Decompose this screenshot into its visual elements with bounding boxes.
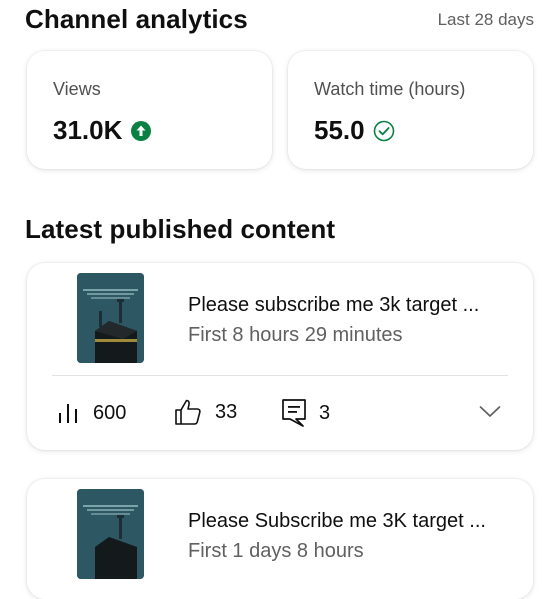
- bar-chart-icon: [57, 401, 81, 425]
- thumbs-up-icon: [173, 397, 203, 427]
- arrow-up-circle-icon: [130, 120, 152, 142]
- content-item-1[interactable]: Please subscribe me 3k target ... First …: [27, 263, 533, 450]
- watch-time-value: 55.0: [314, 115, 365, 145]
- views-value-row: 31.0K: [53, 115, 152, 146]
- views-label: Views: [53, 79, 101, 99]
- views-card[interactable]: Views 31.0K: [27, 51, 272, 169]
- watch-time-card[interactable]: Watch time (hours) 55.0: [288, 51, 533, 169]
- comments-count: 3: [319, 401, 331, 424]
- content-item-2[interactable]: Please Subscribe me 3K target ... First …: [27, 479, 533, 599]
- likes-stat[interactable]: 33: [173, 397, 237, 427]
- video-subtitle: First 8 hours 29 minutes: [188, 324, 403, 346]
- video-title[interactable]: Please subscribe me 3k target ...: [188, 294, 479, 317]
- latest-content-title: Latest published content: [25, 214, 336, 244]
- period-label[interactable]: Last 28 days: [438, 10, 534, 30]
- comment-icon: [281, 398, 307, 428]
- chevron-down-icon[interactable]: [479, 405, 501, 424]
- watch-time-label: Watch time (hours): [314, 79, 466, 99]
- divider: [52, 375, 508, 376]
- comments-stat[interactable]: 3: [281, 398, 330, 428]
- views-count: 600: [93, 401, 127, 424]
- video-thumbnail[interactable]: [77, 489, 144, 579]
- likes-count: 33: [215, 400, 238, 423]
- check-circle-icon: [373, 120, 395, 142]
- kaaba-image-icon: [77, 273, 144, 363]
- kaaba-image-icon: [77, 489, 144, 579]
- video-title[interactable]: Please Subscribe me 3K target ...: [188, 510, 486, 533]
- views-value: 31.0K: [53, 115, 123, 145]
- watch-time-value-row: 55.0: [314, 115, 395, 146]
- page-title: Channel analytics: [25, 4, 248, 34]
- video-thumbnail[interactable]: [77, 273, 144, 363]
- views-stat: 600: [57, 401, 126, 425]
